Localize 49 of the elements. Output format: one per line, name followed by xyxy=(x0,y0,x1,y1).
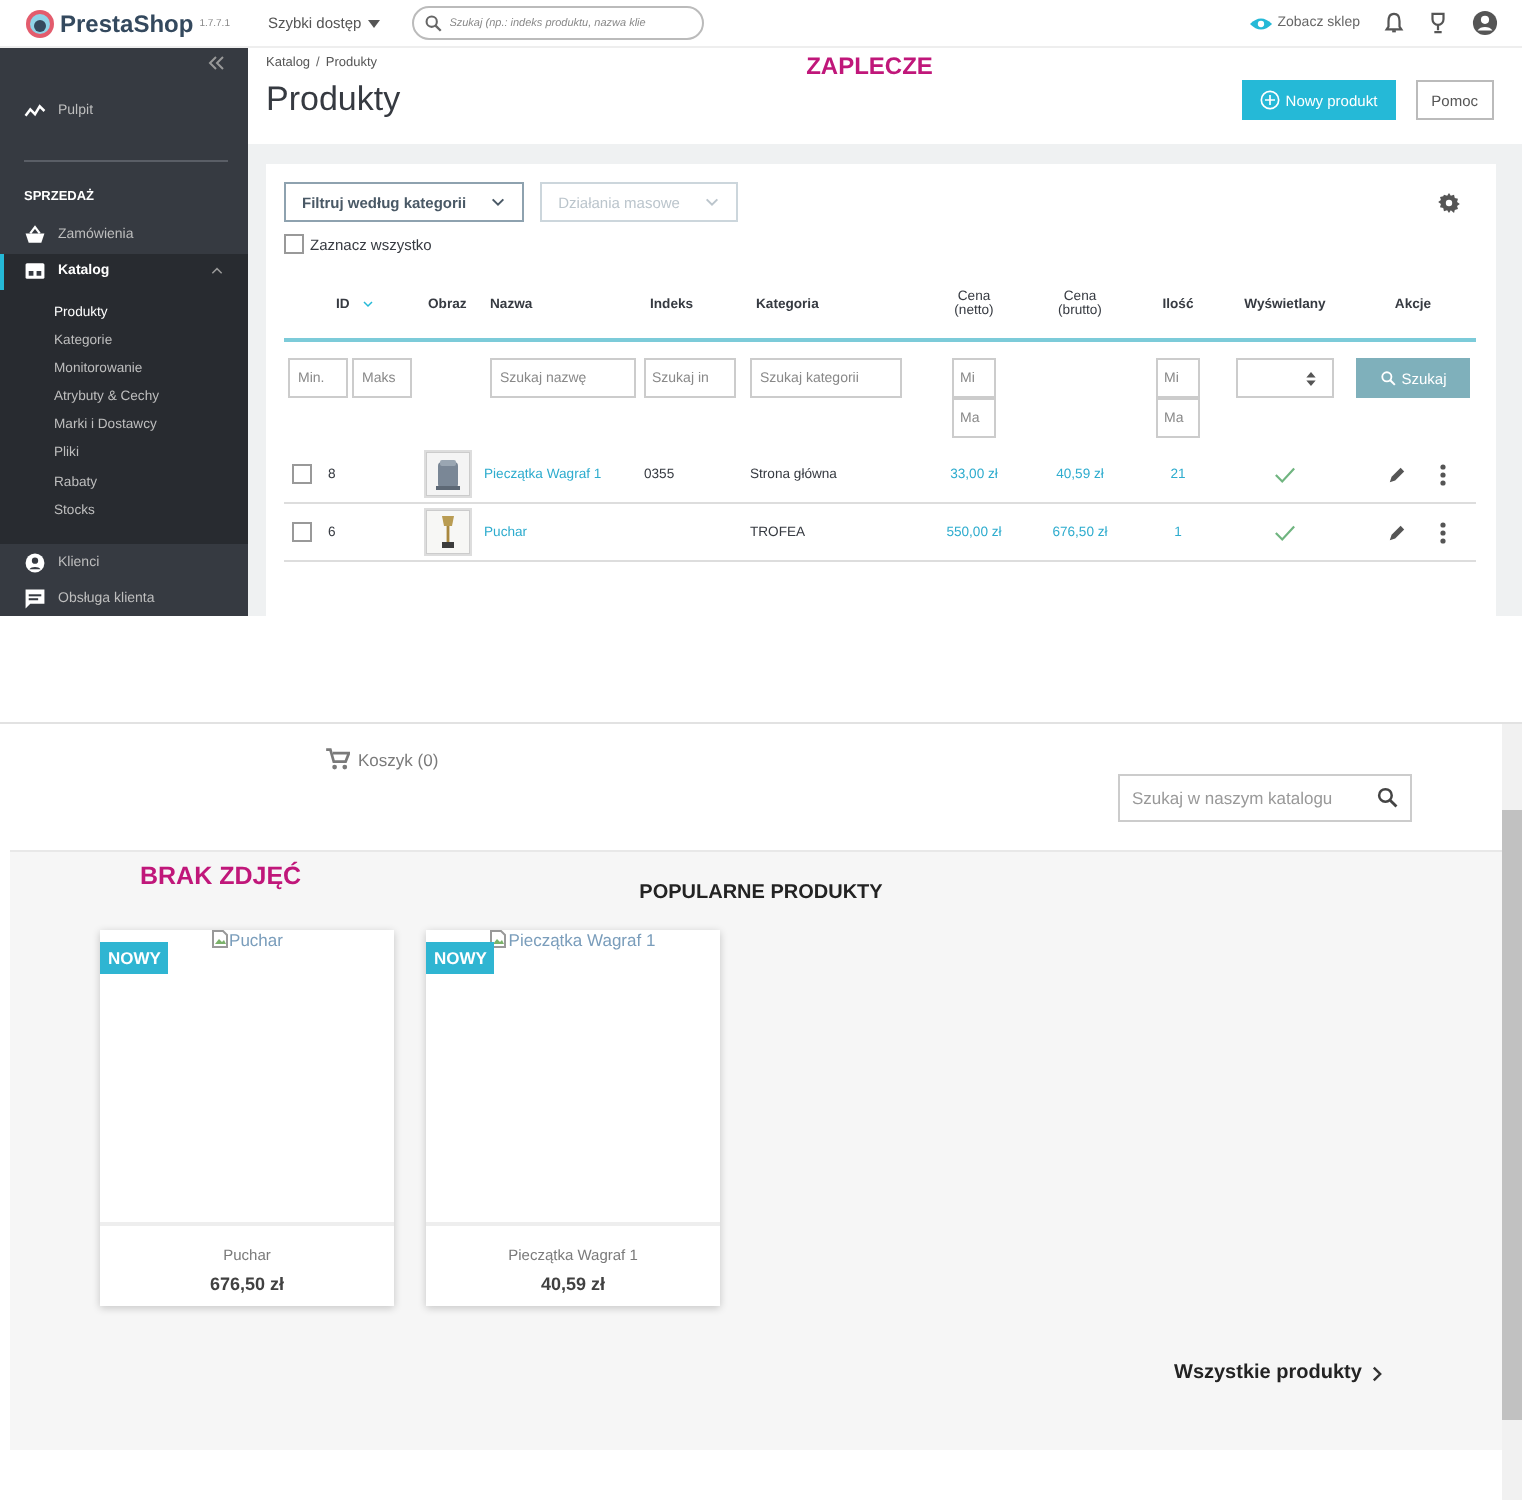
double-chevron-icon[interactable] xyxy=(208,56,224,71)
pencil-icon[interactable] xyxy=(1387,465,1406,483)
eye-icon xyxy=(1249,15,1272,31)
search-field[interactable]: Szukaj w naszym katalogu xyxy=(1118,774,1412,822)
checkbox[interactable] xyxy=(284,234,304,254)
cart-icon xyxy=(326,748,350,770)
annotation-label: BRAK ZDJĘĆ xyxy=(140,862,304,890)
broken-image-icon xyxy=(490,930,507,948)
search-icon xyxy=(1376,786,1398,808)
settings-icon[interactable] xyxy=(1438,191,1460,213)
caret-icon xyxy=(367,19,380,27)
trend-icon xyxy=(24,100,46,122)
broken-image-icon xyxy=(211,930,228,948)
chevron-down-icon xyxy=(703,194,720,210)
row-checkbox[interactable] xyxy=(292,464,312,484)
pencil-icon[interactable] xyxy=(1387,523,1406,541)
cart-link[interactable]: Koszyk (0) xyxy=(326,748,439,770)
more-icon[interactable] xyxy=(1440,463,1447,485)
scrollbar-thumb[interactable] xyxy=(1502,810,1522,1420)
basket-icon xyxy=(24,224,46,246)
product-price: 40,59 zł xyxy=(540,1274,606,1294)
product-price: 676,50 zł xyxy=(209,1274,285,1294)
all-products-link[interactable]: Wszystkie produkty xyxy=(1174,1362,1502,1384)
page-title: Produkty xyxy=(266,80,401,120)
image-alt-text: Puchar xyxy=(229,930,283,950)
plus-circle-icon xyxy=(1259,90,1280,110)
chevron-down-icon xyxy=(490,194,507,210)
logo-icon xyxy=(26,9,54,37)
trophy-icon[interactable] xyxy=(1428,12,1448,34)
chat-icon xyxy=(24,587,46,609)
new-badge: NOWY xyxy=(100,942,169,974)
image-alt-text: Pieczątka Wagraf 1 xyxy=(508,930,656,950)
new-badge: NOWY xyxy=(426,942,495,974)
section-title: POPULARNE PRODUKTY xyxy=(637,882,885,904)
annotation-label: ZAPLECZE xyxy=(806,52,935,80)
check-icon[interactable] xyxy=(1274,523,1296,541)
sort-caret-icon xyxy=(1306,371,1316,385)
account-icon[interactable] xyxy=(1472,10,1498,36)
more-icon[interactable] xyxy=(1440,521,1447,543)
search-icon xyxy=(423,14,442,32)
bell-icon[interactable] xyxy=(1384,12,1404,34)
chevron-right-icon xyxy=(1371,1365,1382,1381)
app-logo: PrestaShop xyxy=(60,9,194,37)
chevron-up-icon xyxy=(210,264,224,278)
user-circle-icon xyxy=(24,551,46,573)
search-icon xyxy=(1379,370,1396,386)
store-icon xyxy=(24,260,46,282)
check-icon[interactable] xyxy=(1274,465,1296,483)
row-checkbox[interactable] xyxy=(292,522,312,542)
